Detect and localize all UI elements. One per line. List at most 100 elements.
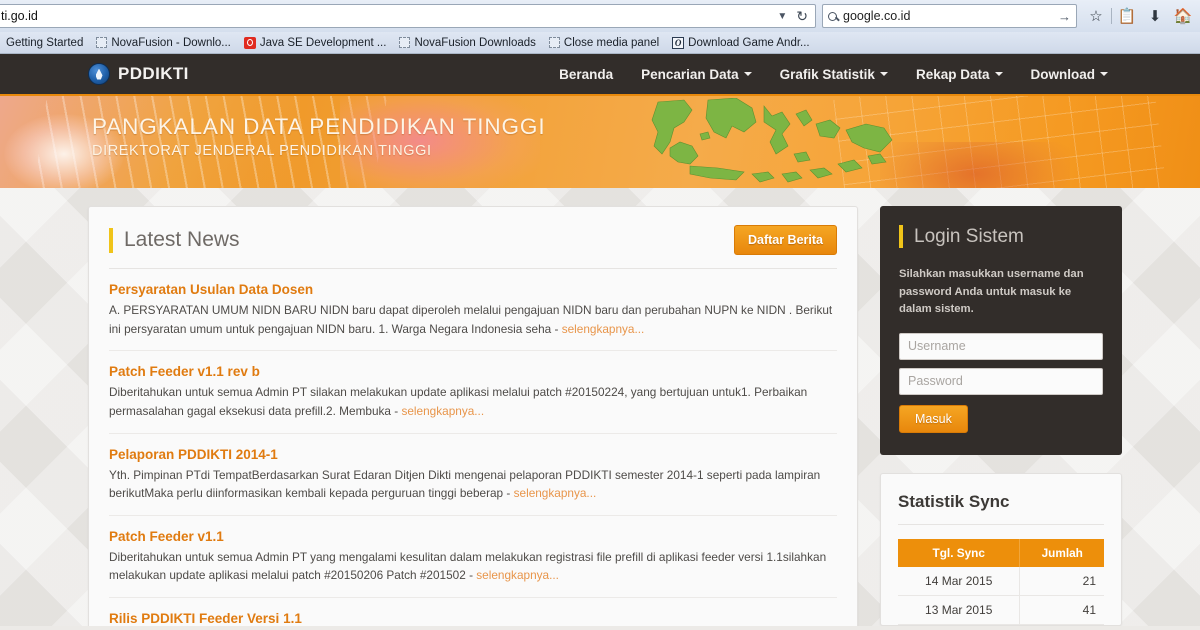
column-header-jumlah[interactable]: Jumlah	[1019, 538, 1104, 567]
browser-action-icons: ☆ 📋 ⬇ 🏠	[1077, 4, 1196, 28]
accent-bar	[899, 225, 903, 248]
search-input[interactable]: google.co.id	[843, 9, 1054, 23]
site-navbar: PDDIKTI Beranda Pencarian Data Grafik St…	[0, 54, 1200, 96]
password-input[interactable]	[899, 367, 1103, 395]
banner-title: PANGKALAN DATA PENDIDIKAN TINGGI	[92, 114, 546, 139]
news-header: Latest News Daftar Berita	[109, 225, 837, 269]
daftar-berita-button[interactable]: Daftar Berita	[733, 225, 837, 255]
site-brand[interactable]: PDDIKTI	[88, 63, 189, 85]
nav-label: Grafik Statistik	[779, 66, 875, 82]
main-navigation: Beranda Pencarian Data Grafik Statistik …	[559, 67, 1108, 82]
news-item-text: A. PERSYARATAN UMUM NIDN BARU NIDN baru …	[109, 303, 833, 336]
browser-chrome: ti.go.id ▼ ↻ google.co.id → ☆ 📋 ⬇ 🏠 Gett…	[0, 0, 1200, 54]
pddikti-emblem-icon	[88, 63, 110, 85]
login-card: Login Sistem Silahkan masukkan username …	[880, 206, 1122, 455]
news-item-text: Yth. Pimpinan PTdi TempatBerdasarkan Sur…	[109, 467, 821, 501]
news-item-body: Diberitahukan untuk semua Admin PT yang …	[109, 548, 837, 585]
bookmark-novafusion-downloads[interactable]: NovaFusion Downloads	[399, 37, 536, 49]
read-more-link[interactable]: selengkapnya...	[562, 322, 645, 336]
news-item-text: Diberitahukan untuk semua Admin PT yang …	[109, 549, 827, 583]
bookmark-label[interactable]: Getting Started	[6, 37, 83, 49]
table-header-row: Tgl. Sync Jumlah	[898, 538, 1104, 567]
banner-subtitle: DIREKTORAT JENDERAL PENDIDIKAN TINGGI	[92, 143, 432, 159]
news-item-body: Yth. Pimpinan PTdi TempatBerdasarkan Sur…	[109, 466, 837, 503]
news-item-title[interactable]: Persyaratan Usulan Data Dosen	[109, 282, 837, 297]
bookmark-label[interactable]: NovaFusion - Downlo...	[111, 37, 231, 49]
nav-label: Download	[1030, 66, 1096, 82]
news-item-body: A. PERSYARATAN UMUM NIDN BARU NIDN baru …	[109, 301, 837, 338]
news-item: Patch Feeder v1.1 Diberitahukan untuk se…	[109, 516, 837, 598]
bookmarks-bar: Getting Started NovaFusion - Downlo... J…	[0, 32, 1200, 54]
news-item: Rilis PDDIKTI Feeder Versi 1.1 Kepada: Y…	[109, 598, 837, 626]
news-item-title[interactable]: Patch Feeder v1.1	[109, 529, 837, 544]
main-content: Latest News Daftar Berita Persyaratan Us…	[0, 188, 1200, 626]
username-input[interactable]	[899, 332, 1103, 360]
chevron-down-icon	[1100, 72, 1108, 76]
news-item: Patch Feeder v1.1 rev b Diberitahukan un…	[109, 351, 837, 434]
browser-toolbar: ti.go.id ▼ ↻ google.co.id → ☆ 📋 ⬇ 🏠	[0, 0, 1200, 32]
site-banner: PANGKALAN DATA PENDIDIKAN TINGGI DIREKTO…	[0, 96, 1200, 188]
reload-icon[interactable]: ↻	[793, 8, 811, 25]
nav-label: Beranda	[559, 66, 614, 82]
go-arrow-icon[interactable]: →	[1054, 9, 1071, 24]
table-row: 14 Mar 2015 21	[898, 566, 1104, 596]
indonesia-map-icon	[651, 98, 893, 183]
bookmark-java-se-development[interactable]: Java SE Development ...	[243, 36, 387, 49]
cell-date: 14 Mar 2015	[898, 566, 1020, 596]
news-item: Pelaporan PDDIKTI 2014-1 Yth. Pimpinan P…	[109, 434, 837, 516]
nav-item-rekap-data[interactable]: Rekap Data	[916, 67, 1003, 82]
nav-item-beranda[interactable]: Beranda	[559, 67, 613, 82]
latest-news-card: Latest News Daftar Berita Persyaratan Us…	[88, 206, 858, 626]
nav-label: Rekap Data	[915, 66, 990, 82]
read-more-link[interactable]: selengkapnya...	[476, 568, 559, 582]
statistik-sync-card: Statistik Sync Tgl. Sync Jumlah 14 Mar 2…	[880, 472, 1122, 626]
address-bar[interactable]: ti.go.id ▼ ↻	[0, 4, 816, 28]
login-heading-block: Login Sistem	[899, 225, 1103, 248]
blank-favicon-icon	[96, 37, 108, 48]
cell-date: 13 Mar 2015	[898, 595, 1020, 625]
chevron-down-icon	[743, 72, 752, 76]
reading-list-icon[interactable]: 📋	[1114, 4, 1140, 28]
blank-favicon-icon	[399, 37, 411, 48]
login-submit-button[interactable]: Masuk	[899, 404, 968, 433]
chevron-down-icon[interactable]: ▼	[771, 11, 793, 22]
toolbar-divider	[1111, 8, 1112, 24]
read-more-link[interactable]: selengkapnya...	[401, 404, 484, 418]
bookmark-label[interactable]: Java SE Development ...	[260, 37, 387, 49]
bookmark-download-game-andr[interactable]: O Download Game Andr...	[672, 36, 810, 49]
nav-label: Pencarian Data	[641, 66, 739, 82]
page-content: PDDIKTI Beranda Pencarian Data Grafik St…	[0, 54, 1200, 626]
login-description: Silahkan masukkan username dan password …	[899, 268, 1084, 315]
nav-item-pencarian-data[interactable]: Pencarian Data	[641, 67, 752, 82]
news-heading-block: Latest News	[109, 227, 240, 253]
sidebar: Login Sistem Silahkan masukkan username …	[880, 206, 1122, 626]
bookmark-label[interactable]: NovaFusion Downloads	[414, 37, 535, 49]
read-more-link[interactable]: selengkapnya...	[514, 486, 597, 500]
column-header-tgl-sync[interactable]: Tgl. Sync	[898, 538, 1020, 567]
downloads-icon[interactable]: ⬇	[1142, 4, 1168, 28]
address-bar-text[interactable]: ti.go.id	[1, 9, 771, 23]
nav-item-grafik-statistik[interactable]: Grafik Statistik	[780, 67, 888, 82]
news-item: Persyaratan Usulan Data Dosen A. PERSYAR…	[109, 269, 837, 352]
news-item-title[interactable]: Rilis PDDIKTI Feeder Versi 1.1	[109, 611, 837, 626]
cell-count: 21	[1019, 566, 1104, 596]
news-item-title[interactable]: Pelaporan PDDIKTI 2014-1	[109, 447, 837, 462]
sync-title: Statistik Sync	[898, 492, 1104, 525]
accent-bar	[109, 227, 113, 253]
search-bar[interactable]: google.co.id →	[822, 4, 1077, 28]
bookmark-star-icon[interactable]: ☆	[1083, 4, 1109, 28]
bookmark-label[interactable]: Download Game Andr...	[688, 37, 809, 49]
chevron-down-icon	[994, 72, 1003, 76]
home-icon[interactable]: 🏠	[1170, 4, 1196, 28]
opera-favicon-icon: O	[672, 36, 685, 49]
bookmark-close-media-panel[interactable]: Close media panel	[548, 37, 659, 49]
bookmark-novafusion-download[interactable]: NovaFusion - Downlo...	[96, 37, 231, 49]
page-title: Latest News	[124, 228, 240, 251]
news-item-title[interactable]: Patch Feeder v1.1 rev b	[109, 364, 837, 379]
bookmark-label[interactable]: Close media panel	[564, 37, 659, 49]
nav-item-download[interactable]: Download	[1030, 66, 1108, 82]
login-title: Login Sistem	[914, 225, 1024, 247]
cell-count: 41	[1019, 595, 1104, 625]
sync-table: Tgl. Sync Jumlah 14 Mar 2015 21 13 Mar 2…	[898, 538, 1104, 625]
bookmark-getting-started[interactable]: Getting Started	[6, 37, 83, 49]
